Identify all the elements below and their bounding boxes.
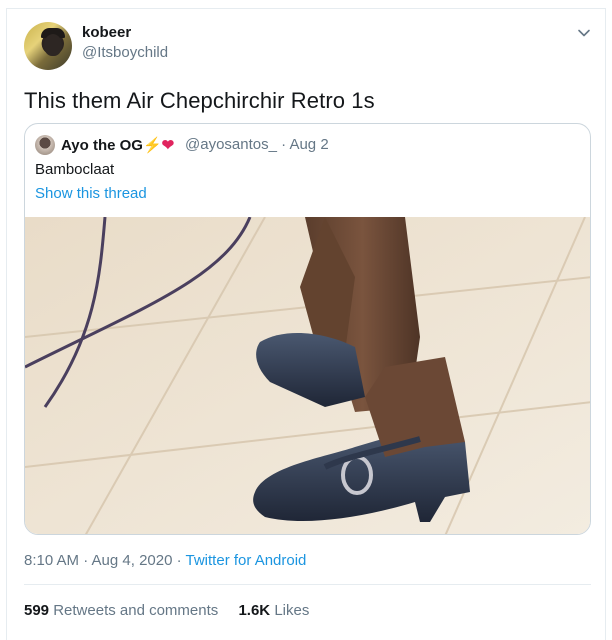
quoted-author-avatar bbox=[35, 135, 55, 155]
author-handle[interactable]: @Itsboychild bbox=[82, 44, 168, 61]
likes-label: Likes bbox=[274, 602, 310, 619]
quoted-media-image[interactable] bbox=[25, 217, 591, 535]
tweet-source-link[interactable]: Twitter for Android bbox=[186, 552, 307, 569]
quoted-tweet[interactable]: Ayo the OG⚡❤ @ayosantos_ · Aug 2 Bambocl… bbox=[24, 123, 591, 535]
quoted-tweet-text: Bamboclaat bbox=[35, 161, 115, 178]
likes-count: 1.6K bbox=[238, 602, 271, 619]
quoted-author-name: Ayo the OG⚡❤ bbox=[61, 136, 174, 154]
heart-emoji-icon: ❤ bbox=[161, 137, 175, 154]
lightning-emoji-icon: ⚡ bbox=[142, 137, 162, 154]
avatar-face-shape bbox=[44, 34, 62, 56]
quoted-date: · Aug 2 bbox=[281, 136, 329, 153]
divider bbox=[24, 584, 591, 585]
author-avatar[interactable] bbox=[24, 22, 72, 70]
tweet-timestamp[interactable]: 8:10 AM · Aug 4, 2020 · bbox=[24, 552, 182, 569]
likes-stat[interactable]: 1.6K Likes bbox=[238, 602, 309, 619]
quoted-author-handle-date: @ayosantos_ · Aug 2 bbox=[185, 136, 329, 153]
retweets-count: 599 bbox=[24, 602, 50, 619]
author-display-name[interactable]: kobeer bbox=[82, 24, 131, 41]
retweets-label: Retweets and comments bbox=[53, 602, 219, 619]
tweet-meta: 8:10 AM · Aug 4, 2020 · Twitter for Andr… bbox=[24, 552, 306, 569]
tweet-stats: 599 Retweets and comments 1.6K Likes bbox=[24, 602, 325, 619]
tweet-text: This them Air Chepchirchir Retro 1s bbox=[24, 88, 375, 113]
quoted-author-handle: @ayosantos_ bbox=[185, 136, 277, 153]
chevron-down-icon[interactable] bbox=[577, 26, 591, 40]
retweets-stat[interactable]: 599 Retweets and comments bbox=[24, 602, 218, 619]
quoted-author-name-text: Ayo the OG bbox=[61, 137, 143, 154]
show-thread-link[interactable]: Show this thread bbox=[35, 185, 147, 202]
